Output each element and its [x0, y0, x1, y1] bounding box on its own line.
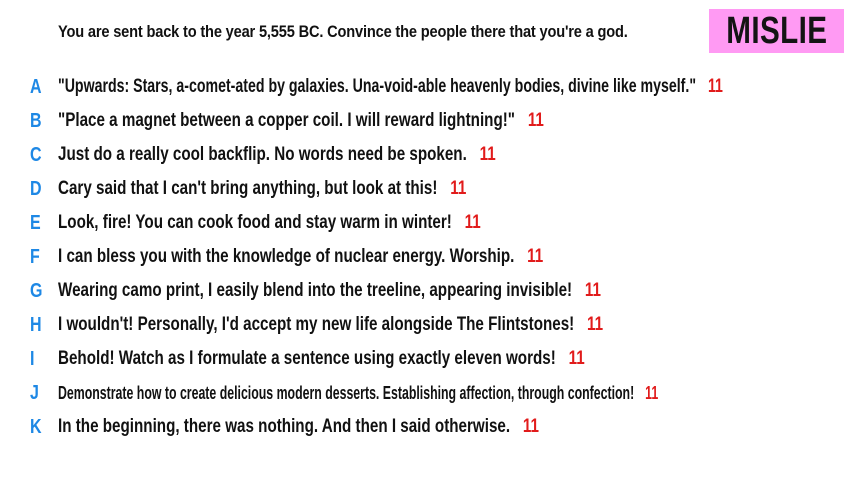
word-count: 11	[707, 76, 723, 97]
word-count: 11	[645, 382, 659, 403]
answer-letter: F	[30, 245, 40, 268]
answer-row-i: I Behold! Watch as I formulate a sentenc…	[0, 344, 853, 374]
answer-text-wrap: "Upwards: Stars, a-comet-ated by galaxie…	[58, 76, 723, 98]
answer-row-d: D Cary said that I can't bring anything,…	[0, 174, 853, 204]
prompt-text: You are sent back to the year 5,555 BC. …	[58, 22, 628, 41]
answer-text: I wouldn't! Personally, I'd accept my ne…	[58, 314, 575, 335]
badge-label: MISLIE	[725, 9, 828, 52]
word-count: 11	[568, 348, 585, 369]
mislie-badge: MISLIE	[709, 9, 844, 53]
word-count: 11	[522, 416, 539, 437]
answer-letter: G	[30, 279, 43, 302]
answer-text-wrap: Just do a really cool backflip. No words…	[58, 144, 496, 166]
answer-text: I can bless you with the knowledge of nu…	[58, 246, 515, 267]
answer-letter: C	[30, 143, 42, 166]
answer-text: Just do a really cool backflip. No words…	[58, 144, 467, 165]
answer-letter: I	[30, 347, 35, 370]
word-count: 11	[464, 212, 481, 233]
answer-row-a: A "Upwards: Stars, a-comet-ated by galax…	[0, 72, 853, 102]
word-count: 11	[584, 280, 601, 301]
word-count: 11	[527, 110, 544, 131]
answer-text-wrap: Behold! Watch as I formulate a sentence …	[58, 348, 585, 370]
answer-text: Cary said that I can't bring anything, b…	[58, 178, 438, 199]
answer-row-j: J Demonstrate how to create delicious mo…	[0, 378, 853, 408]
word-count: 11	[587, 314, 604, 335]
answer-text: Wearing camo print, I easily blend into …	[58, 280, 573, 301]
answer-letter: E	[30, 211, 41, 234]
word-count: 11	[527, 246, 544, 267]
answer-text: Demonstrate how to create delicious mode…	[58, 382, 635, 403]
answer-text-wrap: In the beginning, there was nothing. And…	[58, 416, 539, 438]
answer-row-k: K In the beginning, there was nothing. A…	[0, 412, 853, 442]
word-count: 11	[479, 144, 496, 165]
answer-letter: D	[30, 177, 42, 200]
answer-text-wrap: Demonstrate how to create delicious mode…	[58, 383, 658, 404]
answer-text: Look, fire! You can cook food and stay w…	[58, 212, 452, 233]
answer-row-b: B "Place a magnet between a copper coil.…	[0, 106, 853, 136]
answer-text-wrap: Wearing camo print, I easily blend into …	[58, 280, 601, 302]
answer-text: In the beginning, there was nothing. And…	[58, 416, 511, 437]
answer-row-f: F I can bless you with the knowledge of …	[0, 242, 853, 272]
answer-text-wrap: I can bless you with the knowledge of nu…	[58, 246, 543, 268]
answer-text-wrap: Look, fire! You can cook food and stay w…	[58, 212, 481, 234]
answer-text-wrap: "Place a magnet between a copper coil. I…	[58, 110, 544, 132]
answer-letter: A	[30, 75, 42, 98]
answer-letter: K	[30, 415, 42, 438]
answer-text-wrap: I wouldn't! Personally, I'd accept my ne…	[58, 314, 603, 336]
answer-row-c: C Just do a really cool backflip. No wor…	[0, 140, 853, 170]
word-count: 11	[450, 178, 467, 199]
answer-row-h: H I wouldn't! Personally, I'd accept my …	[0, 310, 853, 340]
answer-row-g: G Wearing camo print, I easily blend int…	[0, 276, 853, 306]
answer-text: "Place a magnet between a copper coil. I…	[58, 110, 516, 131]
answer-text: Behold! Watch as I formulate a sentence …	[58, 348, 556, 369]
answer-letter: B	[30, 109, 42, 132]
answer-text-wrap: Cary said that I can't bring anything, b…	[58, 178, 466, 200]
answer-letter: H	[30, 313, 42, 336]
answer-row-e: E Look, fire! You can cook food and stay…	[0, 208, 853, 238]
answer-letter: J	[30, 381, 39, 404]
answer-text: "Upwards: Stars, a-comet-ated by galaxie…	[58, 76, 697, 97]
